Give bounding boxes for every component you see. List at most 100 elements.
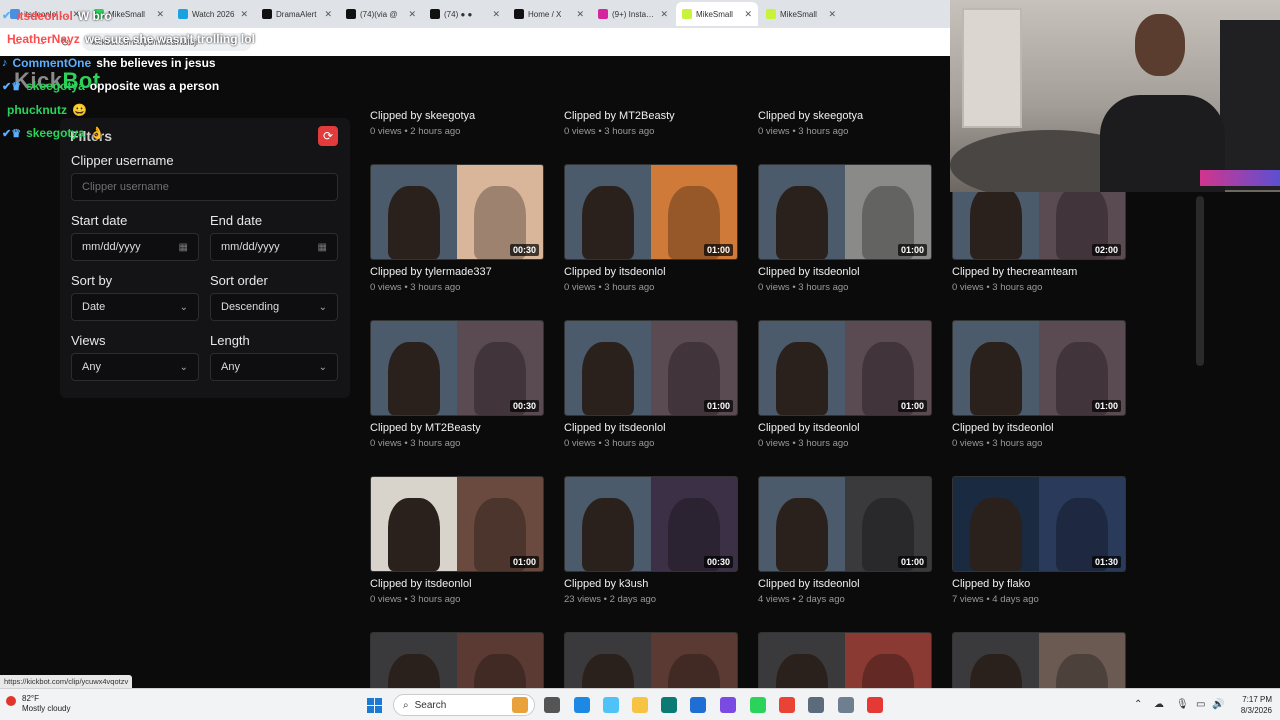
clip-card-partial[interactable]: Clipped by skeegotya 0 views • 2 hours a… <box>370 110 475 137</box>
clip-thumbnail[interactable]: 01:00 <box>952 320 1126 416</box>
clip-thumbnail[interactable]: 00:30 <box>370 164 544 260</box>
clip-duration: 01:00 <box>897 244 927 256</box>
chat-message: HeatherNayz we sure she wasn't trolling l… <box>2 28 322 52</box>
clip-meta: 0 views • 3 hours ago <box>952 282 1043 293</box>
refresh-icon: ⟳ <box>322 129 334 143</box>
clip-card[interactable]: 01:30 Clipped by flako 7 views • 4 days ag… <box>952 476 1126 605</box>
clip-duration: 00:30 <box>509 400 539 412</box>
calendar-icon[interactable]: ▦ <box>179 242 188 253</box>
sort-order-label: Sort order <box>210 273 268 288</box>
clip-card[interactable]: 00:30 Clipped by MT2Beasty 0 views • 3 hou… <box>370 320 544 449</box>
chat-username[interactable]: HeatherNayz <box>7 32 80 46</box>
clip-thumbnail[interactable]: 01:00 <box>564 320 738 416</box>
chat-username[interactable]: itsdeonlol <box>16 9 73 23</box>
tray-display-icon[interactable]: ▭ <box>1196 699 1205 710</box>
clip-card[interactable]: 01:00 Clipped by itsdeonlol 0 views • 3 ho… <box>952 320 1126 449</box>
thumbnail-figure <box>776 341 828 415</box>
browser-tab[interactable]: Home / X ✕ <box>508 2 590 26</box>
sort-by-select[interactable]: Date ⌄ <box>71 293 199 321</box>
tab-title: (74) ● ● <box>444 9 473 19</box>
clip-thumbnail[interactable]: 01:30 <box>952 476 1126 572</box>
chat-username[interactable]: CommentOne <box>13 56 92 70</box>
clip-card-partial[interactable]: Clipped by MT2Beasty 0 views • 3 hours a… <box>564 110 675 137</box>
tray-volume-icon[interactable]: 🔊 <box>1212 699 1224 710</box>
clipper-username-input[interactable]: Clipper username <box>71 173 338 201</box>
taskbar-app-icon[interactable] <box>574 697 590 713</box>
webcam-streamer-head <box>1135 14 1185 76</box>
clip-thumbnail[interactable]: 01:00 <box>758 164 932 260</box>
thumbnail-left-panel <box>953 321 1039 415</box>
tray-cloud-icon[interactable]: ☁ <box>1154 699 1164 710</box>
taskbar-app-icon[interactable] <box>603 697 619 713</box>
tab-close-icon[interactable]: ✕ <box>576 9 584 20</box>
browser-tab[interactable]: (74) ● ● ✕ <box>424 2 506 26</box>
tab-title: (9+) Instagram <box>612 9 656 19</box>
clip-card[interactable]: 01:00 Clipped by itsdeonlol 0 views • 3 ho… <box>370 476 544 605</box>
tab-close-icon[interactable]: ✕ <box>660 9 668 20</box>
taskbar-app-icon[interactable] <box>838 697 854 713</box>
clip-card[interactable]: 01:00 Clipped by itsdeonlol 0 views • 3 ho… <box>564 164 738 293</box>
chat-username[interactable]: skeegotya <box>26 126 85 140</box>
start-date-input[interactable]: mm/dd/yyyy ▦ <box>71 233 199 261</box>
thumbnail-left-panel <box>565 321 651 415</box>
tray-chevron-up-icon[interactable]: ⌃ <box>1134 699 1142 710</box>
taskbar-clock[interactable]: 7:17 PM 8/3/2026 <box>1224 694 1272 716</box>
calendar-icon[interactable]: ▦ <box>318 242 327 253</box>
tray-mic-icon[interactable]: 🎙 <box>1176 699 1189 710</box>
clip-thumbnail[interactable]: 00:30 <box>370 320 544 416</box>
taskbar-app-icon[interactable] <box>720 697 736 713</box>
tab-close-icon[interactable]: ✕ <box>744 9 752 20</box>
thumbnail-left-panel <box>371 165 457 259</box>
views-select[interactable]: Any ⌄ <box>71 353 199 381</box>
chat-badge-icon: ♪ <box>2 56 8 69</box>
taskbar-app-icon[interactable] <box>808 697 824 713</box>
clip-card[interactable]: 01:00 Clipped by itsdeonlol 4 views • 2 da… <box>758 476 932 605</box>
taskbar-app-icon[interactable] <box>512 697 528 713</box>
thumbnail-left-panel <box>371 477 457 571</box>
taskbar-app-icon[interactable] <box>632 697 648 713</box>
clip-thumbnail[interactable]: 01:00 <box>564 164 738 260</box>
windows-start-icon[interactable] <box>367 698 382 713</box>
browser-tab[interactable]: MikeSmall ✕ <box>676 2 758 26</box>
taskbar-app-icon[interactable] <box>779 697 795 713</box>
tab-favicon-icon <box>682 9 692 19</box>
thumbnail-figure <box>970 185 1022 259</box>
clip-card-partial[interactable]: Clipped by skeegotya 0 views • 3 hours a… <box>758 110 863 137</box>
clip-duration: 00:30 <box>509 244 539 256</box>
thumbnail-left-panel <box>371 321 457 415</box>
taskbar-app-icon[interactable] <box>661 697 677 713</box>
clip-thumbnail[interactable]: 01:00 <box>758 320 932 416</box>
clip-thumbnail[interactable]: 01:00 <box>758 476 932 572</box>
clip-card[interactable]: 01:00 Clipped by itsdeonlol 0 views • 3 ho… <box>758 320 932 449</box>
thumbnail-left-panel <box>759 477 845 571</box>
end-date-input[interactable]: mm/dd/yyyy ▦ <box>210 233 338 261</box>
taskbar-app-icon[interactable] <box>750 697 766 713</box>
clip-clipper: Clipped by tylermade337 <box>370 266 492 278</box>
weather-widget[interactable]: 82°F Mostly cloudy <box>6 694 70 714</box>
chevron-down-icon: ⌄ <box>318 301 327 313</box>
sort-order-select[interactable]: Descending ⌄ <box>210 293 338 321</box>
browser-tab[interactable]: (74)(via @ ✕ <box>340 2 422 26</box>
taskbar-app-icon[interactable] <box>544 697 560 713</box>
tab-close-icon[interactable]: ✕ <box>324 9 332 20</box>
tab-close-icon[interactable]: ✕ <box>828 9 836 20</box>
browser-tab[interactable]: (9+) Instagram ✕ <box>592 2 674 26</box>
taskbar-app-icon[interactable] <box>690 697 706 713</box>
chat-username[interactable]: skeegotya <box>26 79 85 93</box>
length-select[interactable]: Any ⌄ <box>210 353 338 381</box>
clip-card[interactable]: 00:30 Clipped by tylermade337 0 views • 3 … <box>370 164 544 293</box>
clip-card[interactable]: 01:00 Clipped by itsdeonlol 0 views • 3 ho… <box>758 164 932 293</box>
clip-thumbnail[interactable]: 00:30 <box>564 476 738 572</box>
tab-close-icon[interactable]: ✕ <box>408 9 416 20</box>
clip-thumbnail[interactable]: 01:00 <box>370 476 544 572</box>
taskbar-app-icon[interactable] <box>867 697 883 713</box>
browser-tab[interactable]: MikeSmall ✕ <box>760 2 842 26</box>
tab-close-icon[interactable]: ✕ <box>492 9 500 20</box>
clip-card[interactable]: 00:30 Clipped by k3ush 23 views • 2 days a… <box>564 476 738 605</box>
page-scrollbar[interactable] <box>1196 196 1204 366</box>
chat-username[interactable]: phucknutz <box>7 103 67 117</box>
clip-meta: 0 views • 3 hours ago <box>370 282 461 293</box>
clip-card[interactable]: 01:00 Clipped by itsdeonlol 0 views • 3 ho… <box>564 320 738 449</box>
tab-title: MikeSmall <box>780 9 817 19</box>
thumbnail-figure <box>970 497 1022 571</box>
